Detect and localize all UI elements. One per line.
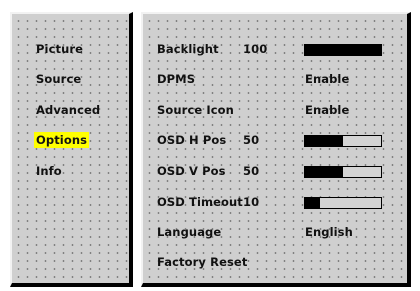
setting-label: OSD Timeout [157, 195, 243, 209]
slider-fill [305, 136, 343, 146]
menu-item-label: Options [36, 133, 88, 147]
osd-v-pos-slider[interactable] [304, 166, 382, 178]
menu-item-label: Info [36, 164, 62, 178]
slider-fill [305, 167, 343, 177]
backlight-slider[interactable] [304, 44, 382, 56]
setting-value: 50 [243, 164, 260, 178]
menu-panel: Picture Source Advanced Options Info [10, 12, 133, 287]
menu-item-source[interactable]: Source [34, 71, 83, 87]
setting-label: DPMS [157, 72, 196, 86]
osd-timeout-slider[interactable] [304, 197, 382, 209]
settings-panel: Backlight 100 DPMS Enable Source Icon En… [141, 12, 411, 287]
osd-h-pos-slider[interactable] [304, 135, 382, 147]
setting-value: 100 [243, 42, 268, 56]
setting-option[interactable]: Enable [305, 71, 349, 87]
menu-item-label: Advanced [36, 103, 101, 117]
slider-fill [305, 45, 381, 55]
menu-item-label: Picture [36, 42, 84, 56]
setting-label: OSD V Pos [157, 164, 226, 178]
setting-value: 50 [243, 133, 260, 147]
menu-item-picture[interactable]: Picture [34, 41, 85, 57]
factory-reset-button[interactable]: Factory Reset [157, 254, 247, 270]
menu-item-options[interactable]: Options [34, 132, 90, 148]
setting-label: Backlight [157, 42, 219, 56]
setting-label: Source Icon [157, 103, 234, 117]
setting-option[interactable]: English [305, 224, 353, 240]
setting-label: Language [157, 225, 222, 239]
setting-label: OSD H Pos [157, 133, 227, 147]
menu-item-advanced[interactable]: Advanced [34, 102, 102, 118]
slider-fill [305, 198, 321, 208]
menu-item-info[interactable]: Info [34, 163, 64, 179]
menu-item-label: Source [36, 72, 82, 86]
setting-option[interactable]: Enable [305, 102, 349, 118]
setting-value: 10 [243, 195, 260, 209]
